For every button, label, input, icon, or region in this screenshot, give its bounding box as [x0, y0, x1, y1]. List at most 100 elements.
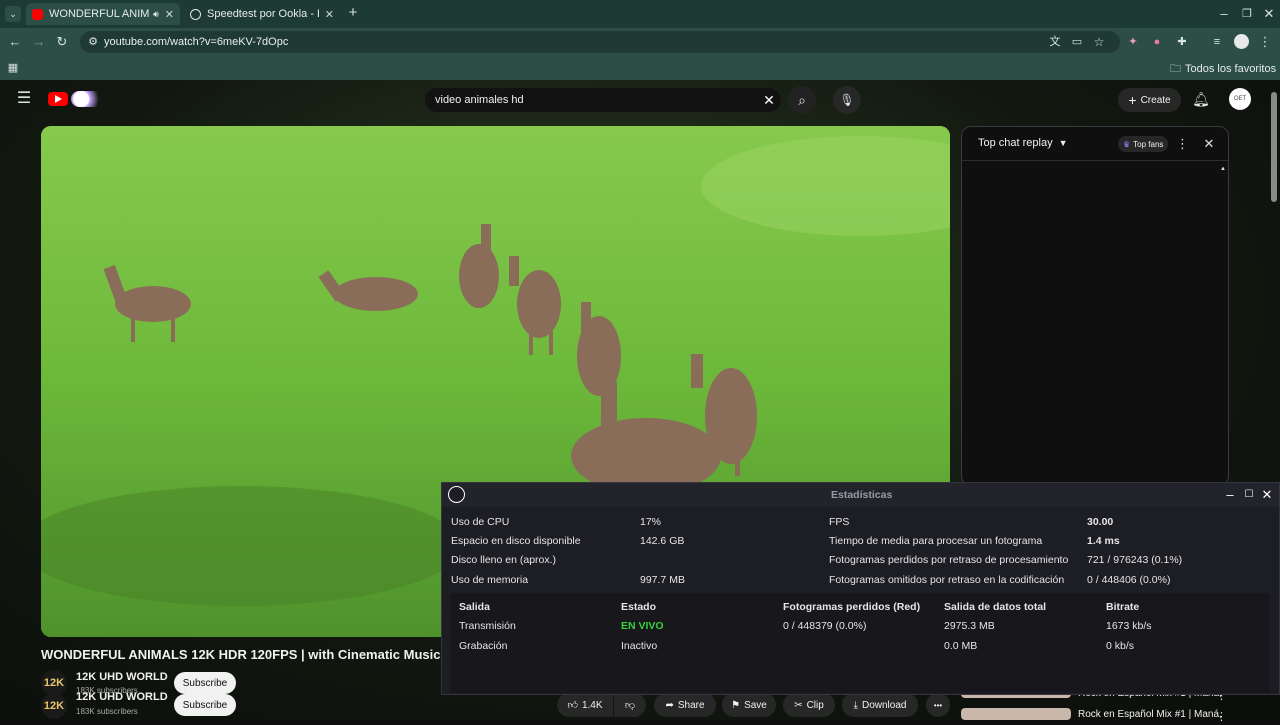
- recommendation-title[interactable]: Rock en Español Mix #1 | Maná,: [1078, 709, 1222, 720]
- search-icon: ⌕: [798, 92, 806, 108]
- apps-grid-icon[interactable]: ▦: [6, 60, 20, 76]
- forward-icon[interactable]: →: [31, 34, 47, 50]
- video-title: WONDERFUL ANIMALS 12K HDR 120FPS | with …: [41, 647, 441, 662]
- channel-name[interactable]: 12K UHD WORLD: [76, 671, 168, 683]
- tab-title: WONDERFUL ANIMA: [49, 8, 150, 20]
- more-actions-button[interactable]: •••: [926, 693, 950, 717]
- speaker-icon[interactable]: 🔊︎: [153, 9, 159, 20]
- subscribe-button[interactable]: Subscribe: [174, 672, 236, 694]
- reload-icon[interactable]: ↻: [54, 34, 70, 50]
- dislike-button[interactable]: 👎︎: [614, 693, 646, 717]
- page-scrollbar[interactable]: [1271, 92, 1277, 202]
- live-status: EN VIVO: [621, 620, 664, 632]
- maximize-icon[interactable]: ☐: [1243, 487, 1255, 503]
- back-icon[interactable]: ←: [7, 34, 23, 50]
- extension-icon-2[interactable]: ●: [1150, 34, 1164, 50]
- search-input[interactable]: video animales hd ✕: [425, 88, 781, 112]
- stat-value: 142.6 GB: [640, 535, 685, 547]
- save-button[interactable]: ⚑ Save: [722, 693, 776, 717]
- table-header: Salida: [459, 601, 490, 613]
- plus-icon: +: [1128, 92, 1137, 108]
- close-window-icon[interactable]: ✕: [1262, 6, 1276, 22]
- extensions-puzzle-icon[interactable]: ✚: [1175, 34, 1189, 50]
- voice-search-button[interactable]: 🎙︎: [833, 86, 861, 114]
- close-chat-icon[interactable]: ✕: [1202, 136, 1216, 152]
- tab-speedtest[interactable]: Speedtest por Ookla - La ✕: [184, 3, 340, 25]
- recommendation-more-icon[interactable]: ⋮: [1216, 709, 1227, 725]
- microphone-icon: 🎙︎: [839, 93, 855, 107]
- chat-scroll-up-icon[interactable]: ▲: [1218, 161, 1228, 177]
- share-icon: ➦: [665, 699, 674, 711]
- channel-avatar[interactable]: OET: [1229, 88, 1251, 110]
- clip-button[interactable]: ✂ Clip: [783, 693, 835, 717]
- stat-label: Uso de CPU: [451, 516, 510, 528]
- table-cell: 0 kb/s: [1106, 640, 1135, 652]
- cast-icon[interactable]: ▭: [1070, 34, 1084, 50]
- browser-menu-icon[interactable]: ⋮: [1258, 34, 1272, 50]
- share-button[interactable]: ➦ Share: [654, 693, 716, 717]
- thumbs-down-icon: 👎︎: [624, 700, 636, 711]
- subscriber-count: 183K subscribers: [76, 707, 138, 716]
- like-count: 1.4K: [581, 699, 603, 711]
- stat-value: 0 / 448406 (0.0%): [1087, 574, 1171, 586]
- table-header: Fotogramas perdidos (Red): [783, 601, 921, 613]
- site-info-icon[interactable]: ⚙: [86, 34, 100, 50]
- close-tab-icon[interactable]: ✕: [165, 8, 174, 21]
- table-header: Salida de datos total: [944, 601, 1047, 613]
- stat-value: 17%: [640, 516, 662, 528]
- tab-search-icon[interactable]: ⌄: [5, 6, 21, 22]
- all-bookmarks-folder[interactable]: 🗀︎ Todos los favoritos: [1170, 60, 1276, 79]
- youtube-doodle-icon: [71, 91, 105, 107]
- bookmarks-bar: ▦ 🗀︎ Todos los favoritos: [0, 56, 1280, 80]
- table-cell: 0 / 448379 (0.0%): [783, 620, 867, 632]
- thumbs-up-icon: 👍︎: [567, 700, 578, 711]
- stat-value: 997.7 MB: [640, 574, 685, 586]
- translate-icon[interactable]: 文: [1048, 34, 1062, 50]
- extension-icon-1[interactable]: ✦: [1126, 34, 1140, 50]
- notifications-bell-icon[interactable]: 🔔︎: [1192, 91, 1210, 107]
- stat-label: Fotogramas perdidos por retraso de proce…: [829, 554, 1069, 566]
- scissors-icon: ✂: [794, 699, 803, 711]
- table-cell: 0.0 MB: [944, 640, 978, 652]
- tab-youtube[interactable]: WONDERFUL ANIMA 🔊︎ ✕: [26, 3, 180, 25]
- chat-more-icon[interactable]: ⋮: [1176, 136, 1189, 152]
- speedtest-icon: [190, 8, 201, 20]
- download-button[interactable]: ⤓ Download: [842, 693, 918, 717]
- hamburger-menu-icon[interactable]: ☰: [16, 91, 32, 107]
- chat-mode-dropdown[interactable]: Top chat replay ▼: [978, 137, 1068, 149]
- table-header: Bitrate: [1106, 601, 1140, 613]
- chat-mode-label: Top chat replay: [978, 137, 1053, 149]
- youtube-logo[interactable]: [48, 92, 68, 106]
- like-button[interactable]: 👍︎ 1.4K: [557, 693, 613, 717]
- url-text: youtube.com/watch?v=6meKV-7dOpc: [104, 36, 289, 48]
- channel-name[interactable]: 12K UHD WORLD: [76, 691, 168, 703]
- recommendation-thumbnail[interactable]: [961, 708, 1071, 720]
- download-label: Download: [861, 699, 907, 711]
- obs-title-bar[interactable]: Estadísticas – ☐ ✕: [442, 483, 1279, 507]
- minimize-icon[interactable]: –: [1224, 487, 1236, 503]
- channel-logo[interactable]: 12K: [41, 693, 67, 719]
- clear-search-icon[interactable]: ✕: [761, 92, 777, 108]
- url-bar[interactable]: ⚙ youtube.com/watch?v=6meKV-7dOpc 文 ▭ ☆: [80, 31, 1120, 53]
- top-fans-button[interactable]: ♛ Top fans: [1118, 136, 1169, 152]
- stat-value: 1.4 ms: [1087, 535, 1120, 547]
- chat-header-divider: [962, 160, 1228, 161]
- bookmark-icon: ⚑: [731, 699, 741, 711]
- clip-label: Clip: [806, 699, 824, 711]
- search-button[interactable]: ⌕: [788, 86, 816, 114]
- subscribe-button[interactable]: Subscribe: [174, 694, 236, 716]
- new-tab-button[interactable]: +: [344, 5, 362, 23]
- close-icon[interactable]: ✕: [1261, 487, 1273, 503]
- profile-avatar-icon[interactable]: [1234, 34, 1249, 49]
- create-button[interactable]: + Create: [1118, 88, 1181, 112]
- close-tab-icon[interactable]: ✕: [325, 8, 334, 21]
- top-fans-label: Top fans: [1133, 139, 1164, 149]
- table-cell: Transmisión: [459, 620, 516, 632]
- restore-icon[interactable]: ❐: [1240, 6, 1254, 22]
- minimize-icon[interactable]: –: [1217, 6, 1231, 22]
- address-toolbar: ← → ↻ ⚙ youtube.com/watch?v=6meKV-7dOpc …: [0, 28, 1280, 56]
- stat-label: Espacio en disco disponible: [451, 535, 581, 547]
- obs-stats-window: Estadísticas – ☐ ✕ Uso de CPU 17% Espaci…: [441, 482, 1280, 695]
- reading-list-icon[interactable]: ≡: [1210, 34, 1224, 50]
- bookmark-star-icon[interactable]: ☆: [1092, 34, 1106, 50]
